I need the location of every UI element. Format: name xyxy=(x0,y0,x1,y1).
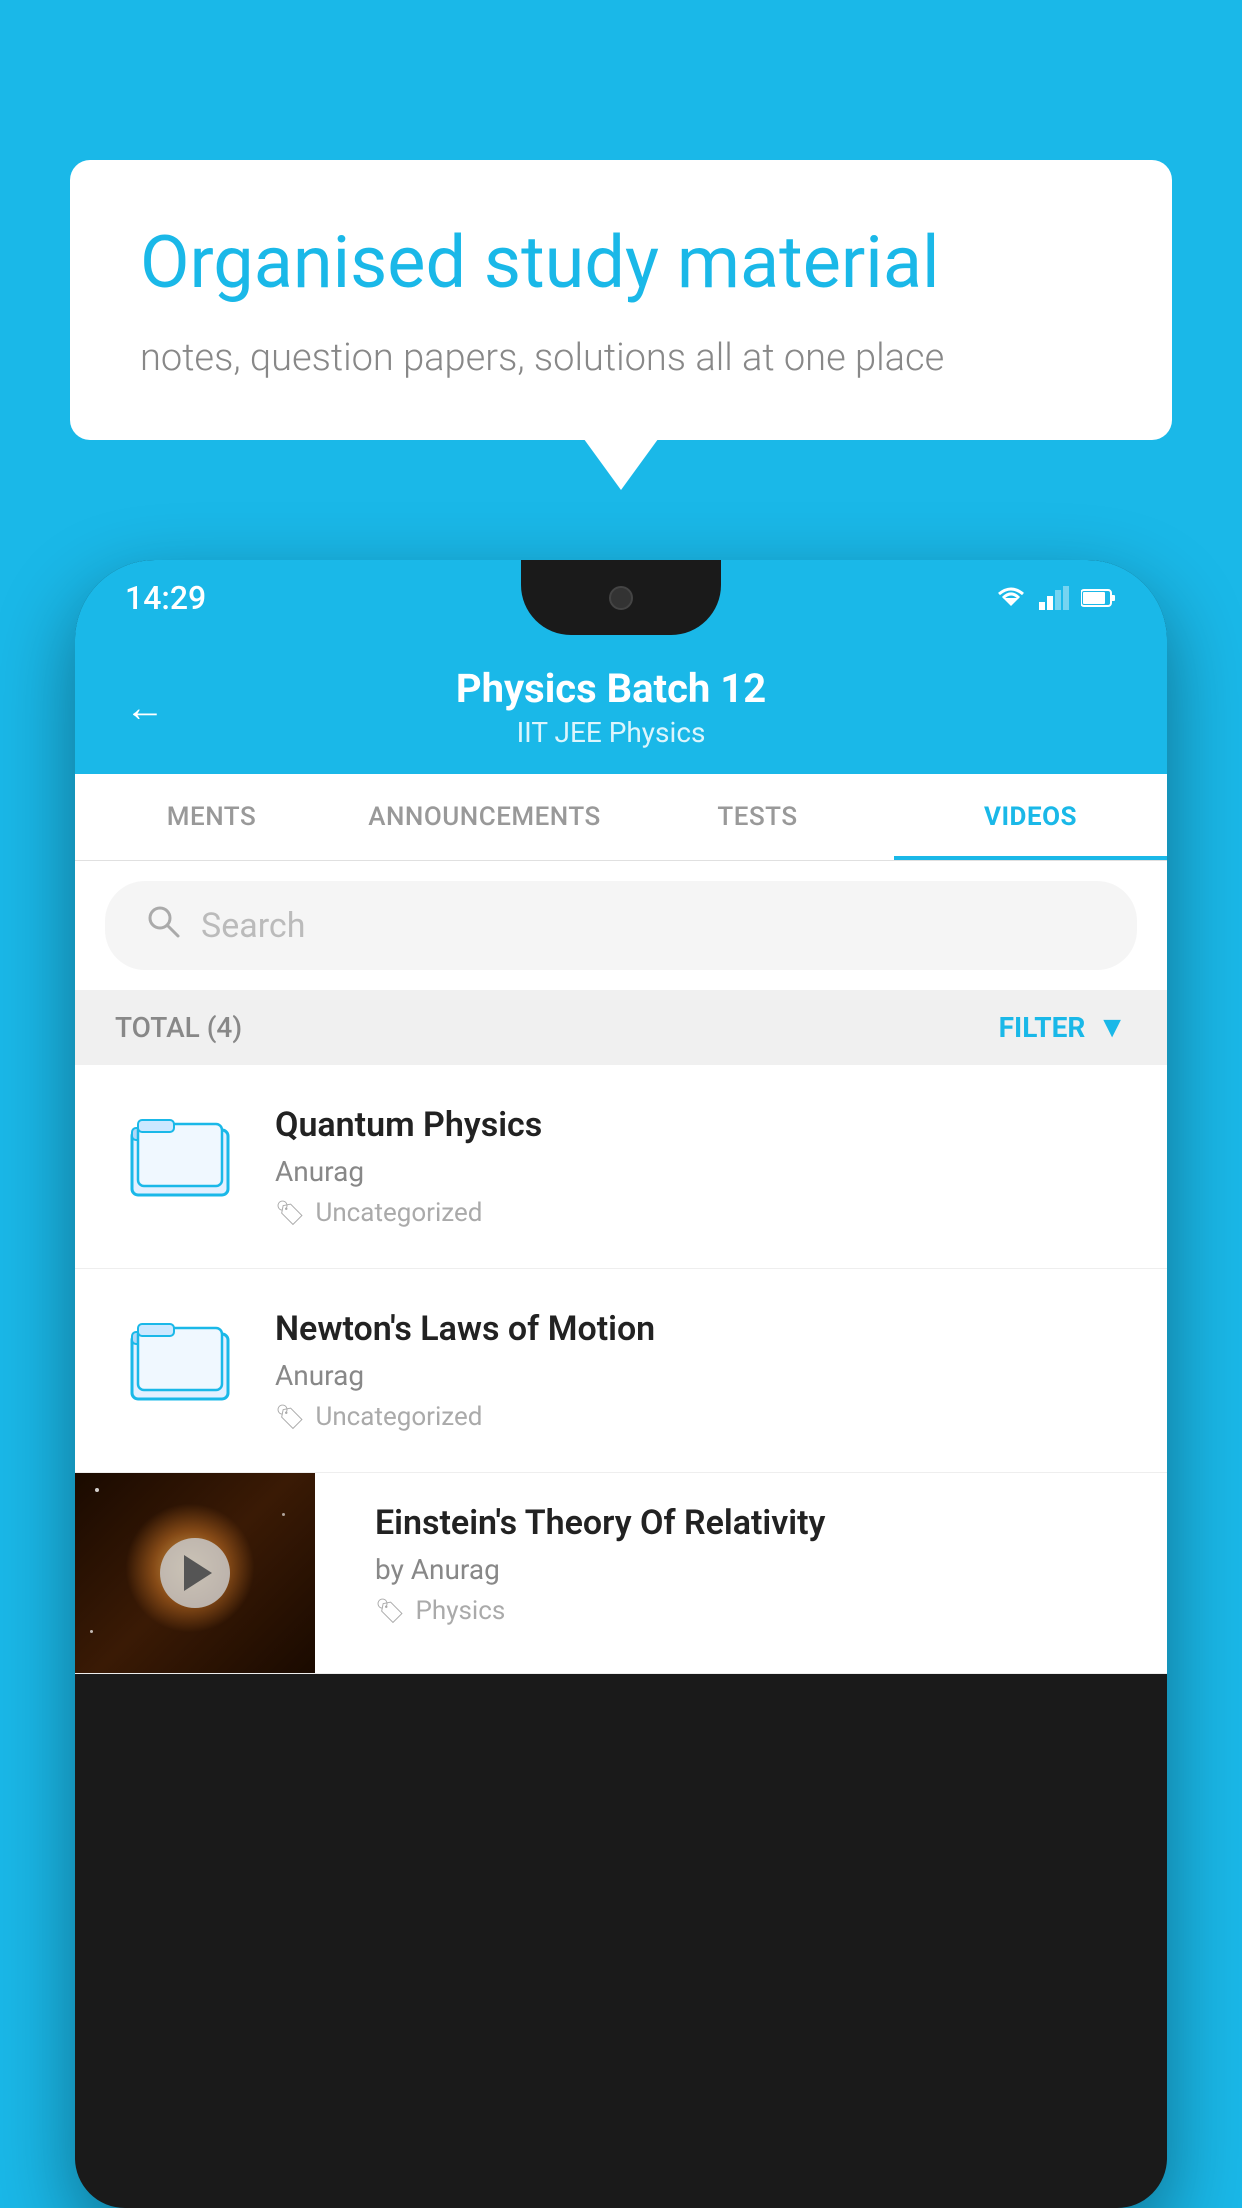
search-bar[interactable]: Search xyxy=(105,881,1137,970)
camera xyxy=(609,586,633,610)
tag-icon-3: 🏷 xyxy=(375,1597,405,1625)
video-title-2: Newton's Laws of Motion xyxy=(275,1309,1127,1349)
tag-icon-2: 🏷 xyxy=(275,1403,305,1431)
speech-bubble-headline: Organised study material xyxy=(140,220,1102,306)
wifi-icon xyxy=(995,586,1027,610)
video-thumbnail-einstein xyxy=(75,1473,315,1673)
video-info-1: Quantum Physics Anurag 🏷 Uncategorized xyxy=(275,1105,1127,1228)
status-time: 14:29 xyxy=(125,579,206,617)
video-author-2: Anurag xyxy=(275,1359,1127,1392)
video-info-3: Einstein's Theory Of Relativity by Anura… xyxy=(345,1473,1167,1656)
video-list: Quantum Physics Anurag 🏷 Uncategorized xyxy=(75,1065,1167,1674)
search-placeholder: Search xyxy=(201,906,305,946)
search-container: Search xyxy=(75,861,1167,990)
list-item[interactable]: Quantum Physics Anurag 🏷 Uncategorized xyxy=(75,1065,1167,1269)
notch xyxy=(521,560,721,635)
header-title-block: Physics Batch 12 IIT JEE Physics xyxy=(195,665,1027,749)
status-bar: 14:29 xyxy=(75,560,1167,635)
back-button[interactable]: ← xyxy=(125,684,165,731)
phone-frame: 14:29 xyxy=(75,560,1167,2208)
filter-label: FILTER xyxy=(999,1011,1086,1044)
video-title-3: Einstein's Theory Of Relativity xyxy=(375,1503,1137,1543)
filter-bar: TOTAL (4) FILTER ▼ xyxy=(75,990,1167,1065)
filter-icon: ▼ xyxy=(1097,1010,1127,1045)
total-label: TOTAL (4) xyxy=(115,1011,242,1044)
list-item[interactable]: Einstein's Theory Of Relativity by Anura… xyxy=(75,1473,1167,1674)
search-icon xyxy=(145,903,181,948)
header-subtitle: IIT JEE Physics xyxy=(195,716,1027,749)
video-author-3: by Anurag xyxy=(375,1553,1137,1586)
folder-thumbnail-2 xyxy=(115,1309,245,1409)
tag-icon-1: 🏷 xyxy=(275,1199,305,1227)
tab-ments[interactable]: MENTS xyxy=(75,774,348,860)
signal-icon xyxy=(1039,586,1069,610)
speech-bubble: Organised study material notes, question… xyxy=(70,160,1172,440)
tab-tests[interactable]: TESTS xyxy=(621,774,894,860)
video-info-2: Newton's Laws of Motion Anurag 🏷 Uncateg… xyxy=(275,1309,1127,1432)
play-triangle-icon xyxy=(184,1555,212,1591)
app-header: ← Physics Batch 12 IIT JEE Physics xyxy=(75,635,1167,774)
video-tag-2: 🏷 Uncategorized xyxy=(275,1402,1127,1432)
play-button[interactable] xyxy=(160,1538,230,1608)
list-item[interactable]: Newton's Laws of Motion Anurag 🏷 Uncateg… xyxy=(75,1269,1167,1473)
video-author-1: Anurag xyxy=(275,1155,1127,1188)
tabs-container: MENTS ANNOUNCEMENTS TESTS VIDEOS xyxy=(75,774,1167,861)
tab-videos[interactable]: VIDEOS xyxy=(894,774,1167,860)
status-icons xyxy=(995,586,1117,610)
video-tag-3: 🏷 Physics xyxy=(375,1596,1137,1626)
folder-thumbnail-1 xyxy=(115,1105,245,1205)
header-title: Physics Batch 12 xyxy=(195,665,1027,712)
battery-icon xyxy=(1081,588,1117,608)
video-tag-1: 🏷 Uncategorized xyxy=(275,1198,1127,1228)
filter-button[interactable]: FILTER ▼ xyxy=(999,1010,1127,1045)
tab-announcements[interactable]: ANNOUNCEMENTS xyxy=(348,774,621,860)
video-title-1: Quantum Physics xyxy=(275,1105,1127,1145)
speech-bubble-subtext: notes, question papers, solutions all at… xyxy=(140,336,1102,380)
